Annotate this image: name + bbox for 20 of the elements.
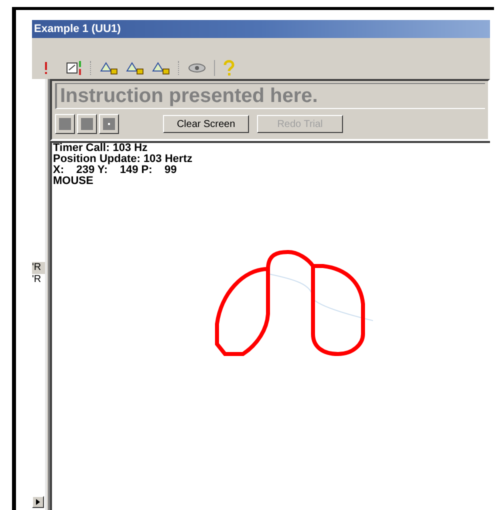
window-title: Example 1 (UU1) [34, 22, 121, 37]
triangle-icon[interactable] [152, 60, 170, 74]
list-item[interactable]: 'R [32, 262, 45, 274]
eye-icon[interactable] [188, 62, 206, 72]
scroll-right-button[interactable] [32, 496, 44, 508]
dots-button[interactable] [99, 114, 119, 134]
readout-line: Timer Call: 103 Hz [53, 143, 149, 154]
readout-line: Position Update: 103 Hertz [53, 154, 194, 165]
triangle-icon[interactable] [100, 60, 118, 74]
action-button[interactable]: Clear Screen [163, 115, 249, 133]
list-item[interactable]: 'R [32, 274, 45, 286]
square-button[interactable] [77, 114, 97, 134]
readout-line: X: 239 Y: 149 P: 99 [53, 165, 178, 176]
exclamation-icon[interactable] [44, 62, 48, 74]
arrow-right-icon [36, 499, 40, 505]
readout-line: MOUSE [53, 176, 94, 187]
instruction-text: Instruction presented here. [55, 83, 485, 109]
triangle-icon[interactable] [126, 60, 144, 74]
edit-icon[interactable] [66, 60, 82, 74]
square-button[interactable] [55, 114, 75, 134]
